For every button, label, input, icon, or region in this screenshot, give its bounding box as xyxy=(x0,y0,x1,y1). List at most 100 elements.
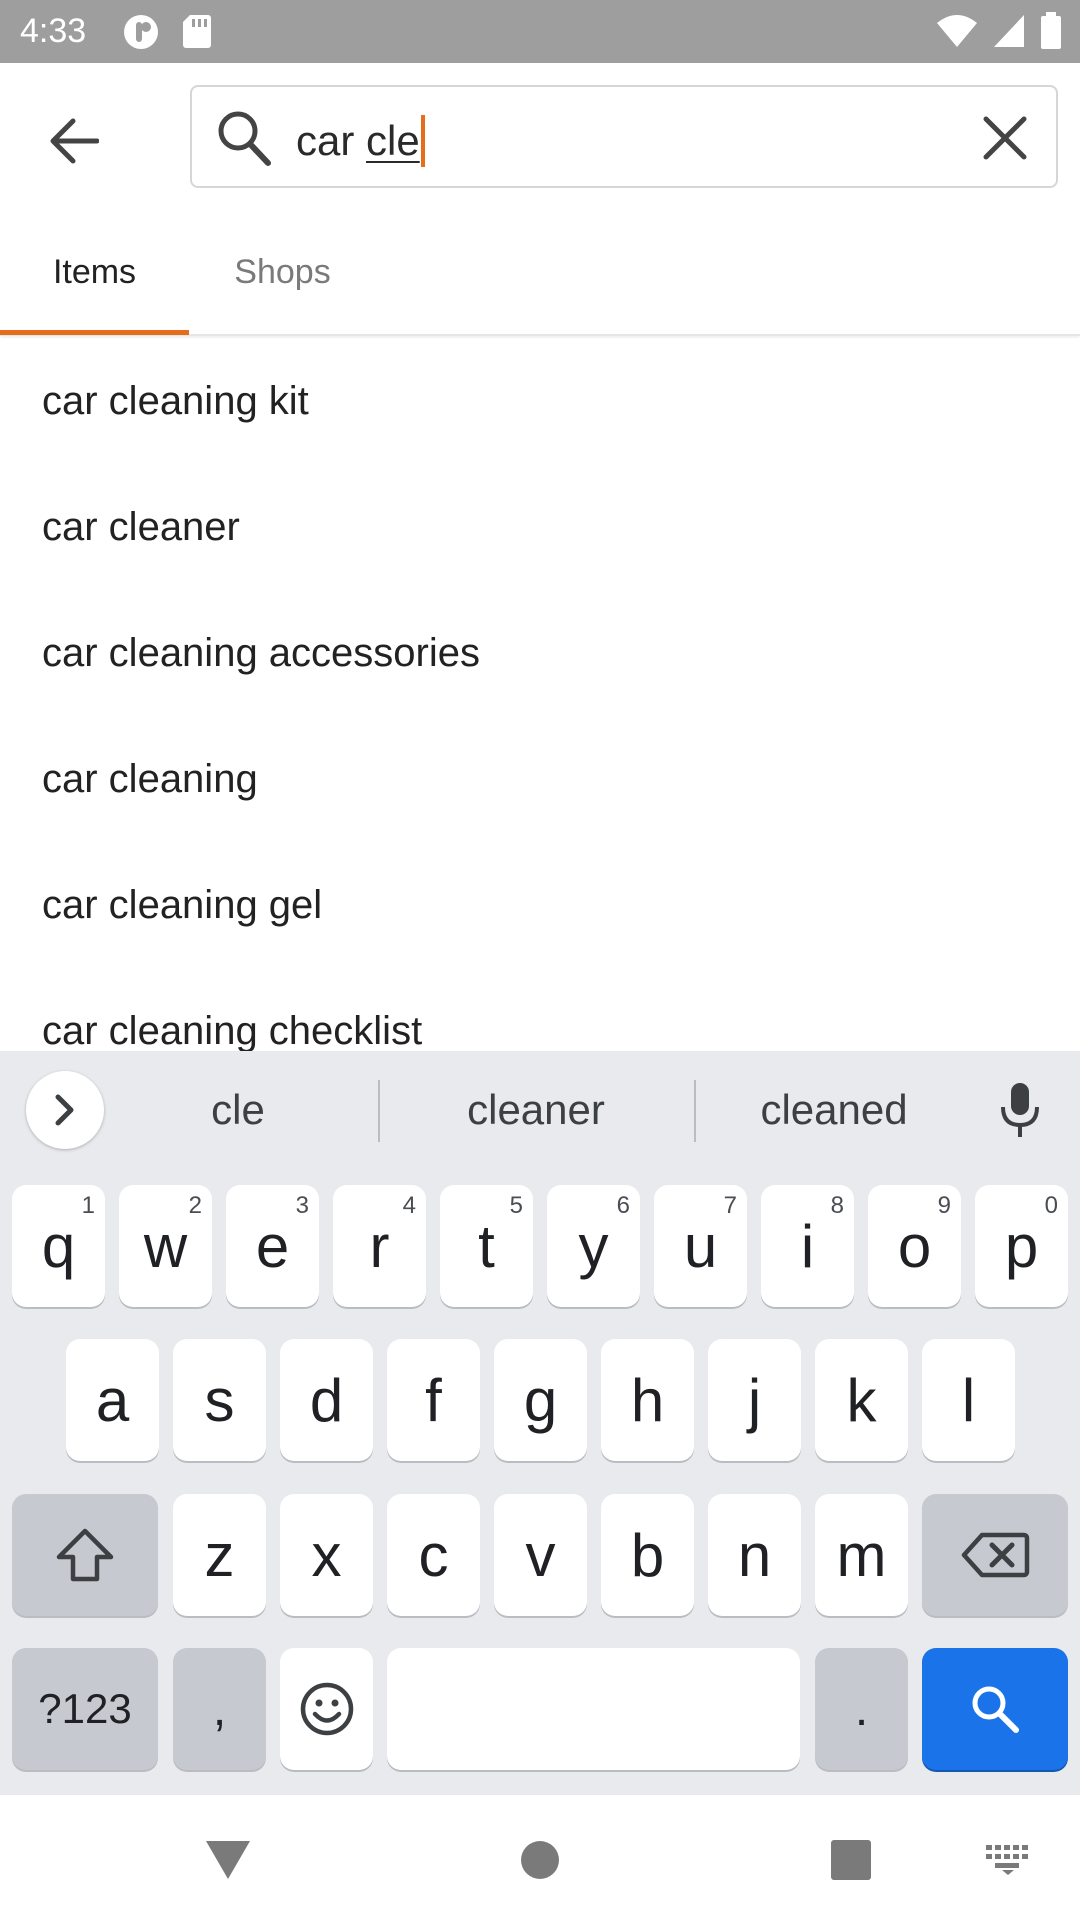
key-n[interactable]: n xyxy=(708,1494,801,1616)
key-i[interactable]: i8 xyxy=(761,1185,854,1307)
key-c[interactable]: c xyxy=(387,1494,480,1616)
key-b[interactable]: b xyxy=(601,1494,694,1616)
tab-items[interactable]: Items xyxy=(0,208,189,336)
keyboard-suggestion-word[interactable]: cle xyxy=(120,1051,356,1169)
suggestion-item[interactable]: car cleaning accessories xyxy=(0,590,1080,716)
key-hint: 9 xyxy=(937,1192,951,1219)
key-label: p xyxy=(1004,1212,1039,1280)
suggestion-item[interactable]: car cleaner xyxy=(0,464,1080,590)
sd-card-icon xyxy=(182,13,212,56)
nav-home-button[interactable] xyxy=(505,1825,575,1895)
arrow-left-icon xyxy=(50,118,99,164)
suggestion-item[interactable]: car cleaning kit xyxy=(0,338,1080,464)
key-s[interactable]: s xyxy=(173,1339,266,1461)
magnifier-icon xyxy=(216,109,272,172)
query-composing-text: cle xyxy=(366,117,420,164)
suggestion-item[interactable]: car cleaning gel xyxy=(0,842,1080,968)
emoji-key[interactable] xyxy=(280,1648,373,1770)
comma-key[interactable]: , xyxy=(173,1648,266,1770)
key-h[interactable]: h xyxy=(601,1339,694,1461)
cell-signal-icon xyxy=(992,13,1026,54)
emoji-smiley-icon xyxy=(300,1682,353,1736)
key-r[interactable]: r4 xyxy=(333,1185,426,1307)
key-a[interactable]: a xyxy=(66,1339,159,1461)
key-e[interactable]: e3 xyxy=(226,1185,319,1307)
key-y[interactable]: y6 xyxy=(547,1185,640,1307)
key-g[interactable]: g xyxy=(494,1339,587,1461)
wifi-icon xyxy=(936,13,978,54)
key-x[interactable]: x xyxy=(280,1494,373,1616)
keyboard-suggestion-word[interactable]: cleaned xyxy=(696,1051,972,1169)
key-label: t xyxy=(478,1212,495,1280)
key-label: w xyxy=(143,1212,188,1280)
tab-shops[interactable]: Shops xyxy=(189,208,376,336)
suggestion-list: car cleaning kit car cleaner car cleanin… xyxy=(0,338,1080,1051)
battery-icon xyxy=(1040,12,1062,55)
search-field[interactable]: car cle xyxy=(190,85,1058,188)
system-navigation-bar xyxy=(0,1795,1080,1920)
space-key[interactable] xyxy=(387,1648,800,1770)
backspace-key[interactable] xyxy=(922,1494,1068,1616)
back-triangle-icon xyxy=(206,1841,250,1879)
key-z[interactable]: z xyxy=(173,1494,266,1616)
suggestion-item[interactable]: car cleaning checklist xyxy=(0,968,1080,1051)
key-hint: 5 xyxy=(509,1192,523,1219)
tab-selected-indicator xyxy=(0,330,189,335)
symbols-key[interactable]: ?123 xyxy=(12,1648,158,1770)
shift-arrow-icon xyxy=(56,1528,114,1582)
keyboard-suggestion-word[interactable]: cleaner xyxy=(380,1051,692,1169)
key-label: y xyxy=(578,1212,609,1280)
key-d[interactable]: d xyxy=(280,1339,373,1461)
voice-input-button[interactable] xyxy=(990,1079,1050,1141)
search-input[interactable]: car cle xyxy=(296,115,425,167)
key-hint: 6 xyxy=(616,1192,630,1219)
recents-square-icon xyxy=(831,1840,871,1880)
key-w[interactable]: w2 xyxy=(119,1185,212,1307)
key-hint: 7 xyxy=(723,1192,737,1219)
notification-app-icon xyxy=(122,13,160,56)
clear-search-button[interactable] xyxy=(976,109,1034,167)
search-icon xyxy=(972,1686,1019,1733)
key-o[interactable]: o9 xyxy=(868,1185,961,1307)
microphone-icon xyxy=(1001,1083,1039,1137)
status-bar: 4:33 xyxy=(0,0,1080,63)
key-hint: 3 xyxy=(295,1192,309,1219)
backspace-icon xyxy=(961,1532,1030,1578)
key-hint: 1 xyxy=(81,1192,95,1219)
key-hint: 8 xyxy=(830,1192,844,1219)
text-cursor xyxy=(420,115,425,167)
back-button[interactable] xyxy=(36,103,112,179)
key-hint: 4 xyxy=(402,1192,416,1219)
nav-back-button[interactable] xyxy=(193,1825,263,1895)
key-q[interactable]: q1 xyxy=(12,1185,105,1307)
key-hint: 0 xyxy=(1044,1192,1058,1219)
nav-recents-button[interactable] xyxy=(816,1825,886,1895)
home-circle-icon xyxy=(521,1841,559,1879)
key-label: o xyxy=(897,1212,932,1280)
suggestion-item[interactable]: car cleaning xyxy=(0,716,1080,842)
period-key[interactable]: . xyxy=(815,1648,908,1770)
key-label: u xyxy=(683,1212,718,1280)
keyboard-suggestion-strip: cle cleaner cleaned xyxy=(0,1051,1080,1169)
key-j[interactable]: j xyxy=(708,1339,801,1461)
soft-keyboard: cle cleaner cleaned q1 w2 e3 r4 t5 y6 u7… xyxy=(0,1051,1080,1795)
key-k[interactable]: k xyxy=(815,1339,908,1461)
search-app-bar: car cle xyxy=(0,63,1080,208)
keyboard-switch-button[interactable] xyxy=(973,1825,1043,1895)
shift-key[interactable] xyxy=(12,1494,158,1616)
key-m[interactable]: m xyxy=(815,1494,908,1616)
key-v[interactable]: v xyxy=(494,1494,587,1616)
key-f[interactable]: f xyxy=(387,1339,480,1461)
keyboard-toolbar-expand-button[interactable] xyxy=(26,1071,104,1149)
search-action-key[interactable] xyxy=(922,1648,1068,1770)
key-l[interactable]: l xyxy=(922,1339,1015,1461)
key-t[interactable]: t5 xyxy=(440,1185,533,1307)
key-p[interactable]: p0 xyxy=(975,1185,1068,1307)
status-time: 4:33 xyxy=(20,12,87,50)
search-tabs: Items Shops xyxy=(0,208,1080,336)
key-label: e xyxy=(255,1212,290,1280)
keyboard-switch-icon xyxy=(986,1845,1028,1875)
key-u[interactable]: u7 xyxy=(654,1185,747,1307)
key-label: i xyxy=(800,1212,815,1280)
query-prefix: car xyxy=(296,117,367,164)
